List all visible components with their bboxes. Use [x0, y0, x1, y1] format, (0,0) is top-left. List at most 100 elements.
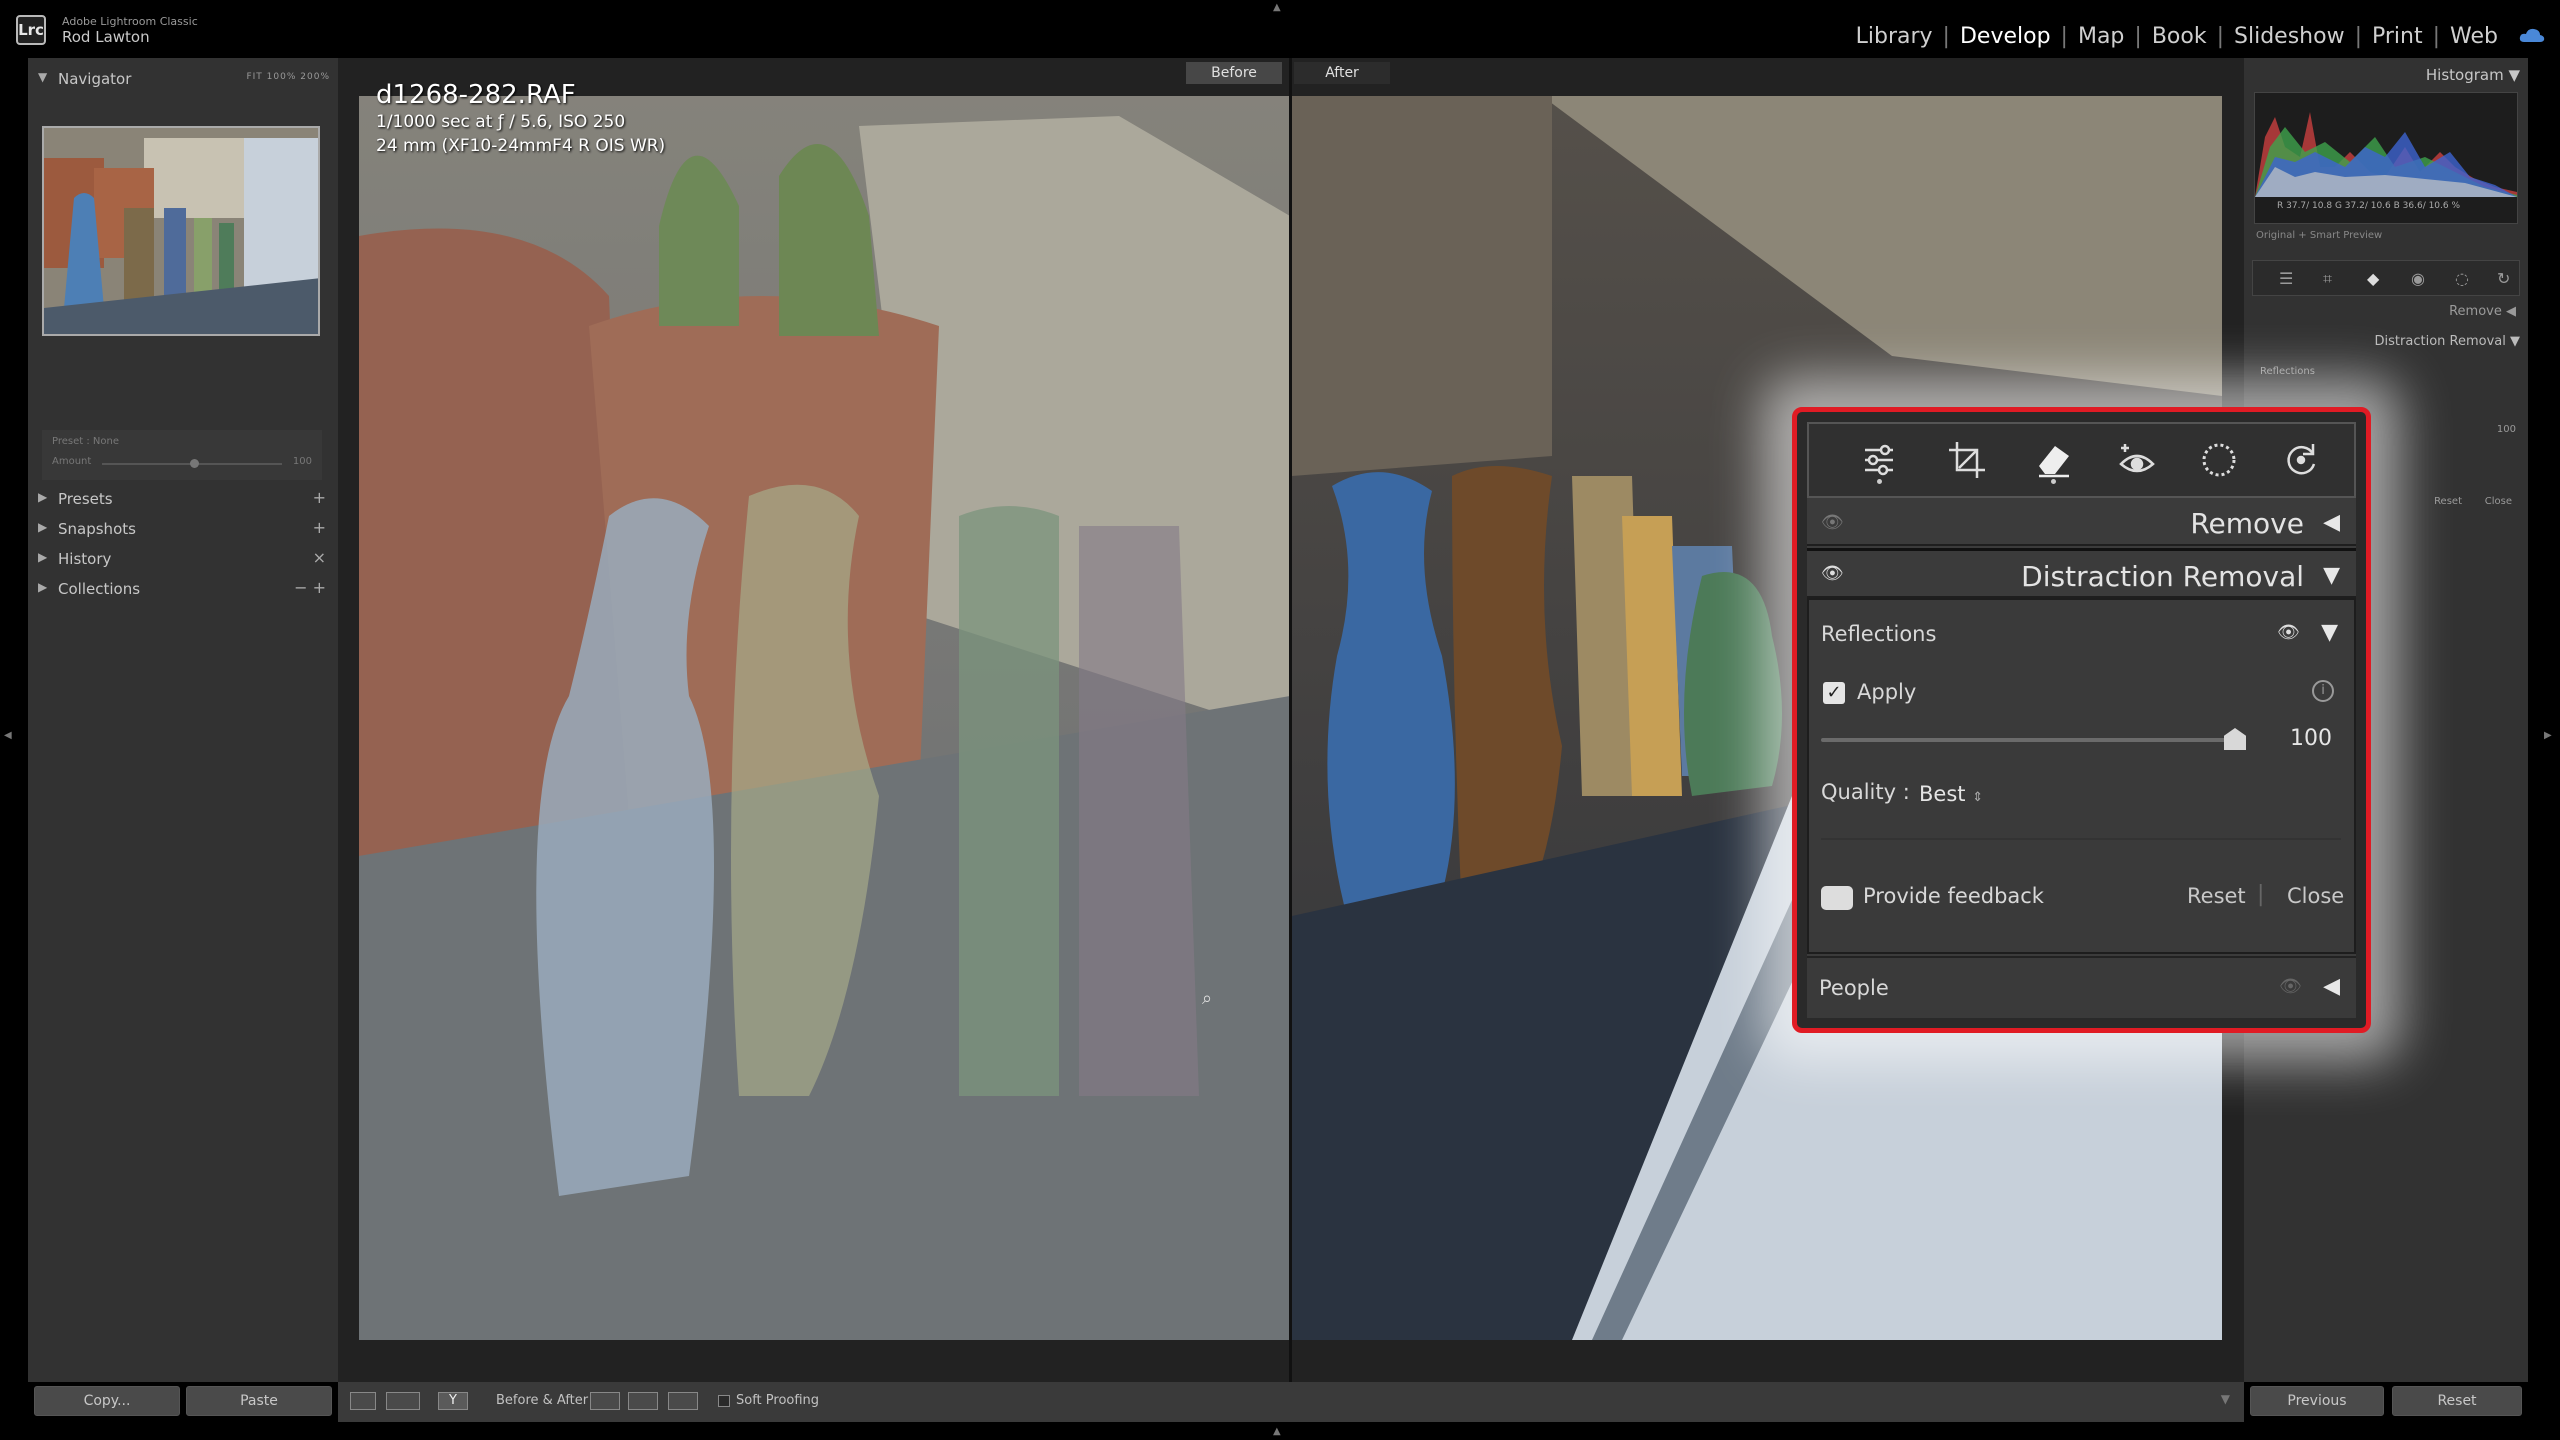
edit-icon-small[interactable]: ☰ [2279, 269, 2293, 288]
expand-triangle-icon: ▶ [38, 550, 48, 564]
remove-header-small[interactable]: Remove ◀ [2449, 304, 2516, 319]
navigator-header[interactable]: ▼ Navigator FIT 100% 200% [28, 62, 338, 92]
navigator-zoom-options[interactable]: FIT 100% 200% [246, 72, 330, 82]
add-preset-icon[interactable]: + [313, 488, 326, 507]
loupe-view-icon[interactable] [350, 1392, 376, 1410]
visibility-eye-icon[interactable]: 👁 [2279, 976, 2302, 997]
histogram-header[interactable]: Histogram ▼ [2426, 66, 2520, 84]
copy-before-to-after-icon[interactable] [590, 1392, 620, 1410]
module-picker: Library | Develop | Map | Book | Slideshow | … [1846, 24, 2508, 49]
apply-label: Apply [1857, 680, 1917, 704]
tool-strip-small: ☰ ⌗ ◆ ◉ ◌ ↻ [2252, 260, 2520, 296]
before-after-label: Before & After : [496, 1393, 597, 1408]
top-panel-toggle-icon[interactable]: ▲ [1273, 2, 1281, 13]
before-photo [359, 96, 1290, 1340]
distraction-removal-title: Distraction Removal [2021, 560, 2304, 593]
soft-proofing-checkbox[interactable] [718, 1395, 730, 1407]
filmstrip-toggle-icon[interactable]: ▲ [1273, 1426, 1281, 1437]
info-icon[interactable]: i [2312, 680, 2334, 702]
module-book[interactable]: Book [2142, 24, 2217, 49]
expand-triangle-icon[interactable]: ◀ [2323, 510, 2340, 535]
toolbar: Y Before & After : Soft Proofing ▼ [338, 1382, 2244, 1422]
expand-triangle-icon: ▶ [38, 520, 48, 534]
active-dot [2051, 479, 2056, 484]
module-develop[interactable]: Develop [1950, 24, 2061, 49]
copy-after-to-before-icon[interactable] [628, 1392, 658, 1410]
user-name: Rod Lawton [62, 28, 150, 46]
reset-icon-small[interactable]: ↻ [2497, 269, 2510, 288]
remove-section-header[interactable]: 👁 Remove ◀ [1807, 500, 2356, 546]
toolbar-menu-icon[interactable]: ▼ [2221, 1392, 2230, 1406]
reflections-label-small: Reflections [2260, 366, 2315, 377]
clear-history-icon[interactable]: × [313, 548, 326, 567]
swap-before-after-icon[interactable] [668, 1392, 698, 1410]
before-after-view-icon[interactable] [386, 1392, 420, 1410]
navigator-preview[interactable] [42, 126, 320, 336]
right-panel-toggle-icon[interactable]: ▶ [2544, 730, 2552, 741]
history-header[interactable]: ▶ History × [28, 542, 338, 572]
reset-small[interactable]: Reset [2434, 496, 2462, 507]
masking-icon[interactable] [2197, 438, 2241, 482]
collapse-triangle-icon[interactable]: ▼ [2323, 563, 2340, 588]
remove-icon-small[interactable]: ◆ [2367, 269, 2379, 288]
left-panel: ▼ Navigator FIT 100% 200% Preset : None … [28, 58, 338, 1382]
collections-header[interactable]: ▶ Collections − + [28, 572, 338, 602]
people-section[interactable]: People 👁 ◀ [1807, 956, 2356, 1018]
histogram[interactable]: R 37.7/ 10.8 G 37.2/ 10.6 B 36.6/ 10.6 % [2254, 92, 2518, 224]
reflections-amount-slider[interactable] [1821, 738, 2235, 742]
crop-icon-small[interactable]: ⌗ [2323, 269, 2332, 289]
amount-slider-thumb[interactable] [190, 459, 199, 468]
module-web[interactable]: Web [2440, 24, 2508, 49]
module-map[interactable]: Map [2068, 24, 2134, 49]
left-panel-toggle-icon[interactable]: ◀ [4, 730, 12, 741]
cloud-sync-icon[interactable] [2519, 27, 2545, 43]
red-eye-icon[interactable] [2115, 438, 2159, 482]
slider-thumb[interactable] [2224, 728, 2246, 750]
previous-button[interactable]: Previous [2250, 1386, 2384, 1416]
separator: | [2257, 882, 2265, 907]
module-library[interactable]: Library [1846, 24, 1943, 49]
expand-triangle-icon[interactable]: ◀ [2323, 974, 2340, 999]
quality-select[interactable]: Best ⇕ [1919, 782, 1983, 806]
add-snapshot-icon[interactable]: + [313, 518, 326, 537]
distraction-header-small[interactable]: Distraction Removal ▼ [2375, 334, 2520, 349]
provide-feedback-link[interactable]: Provide feedback [1863, 884, 2044, 908]
module-print[interactable]: Print [2362, 24, 2433, 49]
edit-icon[interactable] [1857, 438, 1901, 484]
snapshots-header[interactable]: ▶ Snapshots + [28, 512, 338, 542]
ya-split-icon[interactable]: Y [438, 1392, 468, 1410]
crop-icon[interactable] [1945, 438, 1989, 482]
feedback-speech-icon[interactable] [1821, 886, 1853, 910]
remove-eraser-icon[interactable] [2031, 438, 2075, 484]
divider [1821, 838, 2341, 840]
masking-icon-small[interactable]: ◌ [2455, 269, 2469, 288]
redeye-icon-small[interactable]: ◉ [2411, 269, 2425, 288]
distraction-removal-header[interactable]: 👁 Distraction Removal ▼ [1807, 548, 2356, 598]
visibility-eye-icon[interactable]: 👁 [2277, 622, 2300, 643]
amount-value: 100 [292, 456, 312, 467]
reset-button[interactable]: Reset [2392, 1386, 2522, 1416]
app-name: Adobe Lightroom Classic [62, 15, 198, 28]
active-dot [1877, 479, 1882, 484]
apply-checkbox[interactable]: ✓ [1823, 682, 1845, 704]
close-link[interactable]: Close [2287, 884, 2344, 908]
close-small[interactable]: Close [2485, 496, 2512, 507]
after-label: After [1294, 62, 1390, 84]
expand-triangle-icon: ▶ [38, 580, 48, 594]
reflections-amount-value[interactable]: 100 [2290, 726, 2332, 751]
paste-button[interactable]: Paste [186, 1386, 332, 1416]
visibility-eye-icon[interactable]: 👁 [1821, 512, 1844, 533]
visibility-eye-icon[interactable]: 👁 [1821, 563, 1844, 584]
image-info-overlay: d1268-282.RAF 1/1000 sec at ƒ / 5.6, ISO… [376, 80, 665, 158]
collapse-triangle-icon: ▼ [38, 70, 48, 84]
reset-rotate-icon[interactable] [2279, 438, 2323, 482]
distraction-removal-callout: 👁 Remove ◀ 👁 Distraction Removal ▼ Refle… [1792, 407, 2371, 1033]
histogram-graph [2255, 112, 2517, 197]
reset-link[interactable]: Reset [2187, 884, 2246, 908]
copy-button[interactable]: Copy... [34, 1386, 180, 1416]
presets-header[interactable]: ▶ Presets + [28, 482, 338, 512]
collapse-triangle-icon[interactable]: ▼ [2321, 620, 2338, 645]
module-slideshow[interactable]: Slideshow [2224, 24, 2355, 49]
collections-actions-icon[interactable]: − + [294, 578, 326, 597]
before-image[interactable] [359, 96, 1290, 1340]
